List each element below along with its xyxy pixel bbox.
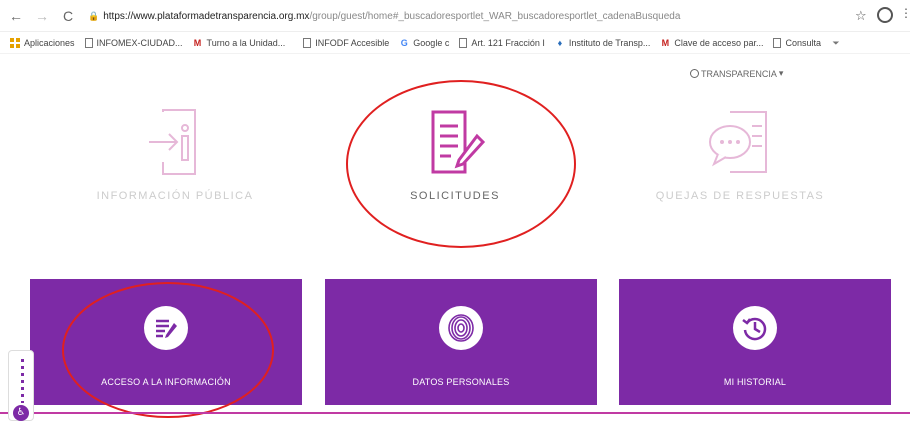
page-icon	[84, 37, 93, 48]
google-icon: G	[400, 37, 408, 48]
history-clock-icon	[742, 317, 767, 341]
transparencia-label: TRANSPARENCIA	[701, 68, 777, 79]
browser-toolbar: ← → C 🔒 https://www.plataformadetranspar…	[0, 0, 910, 32]
forward-arrow-icon[interactable]: →	[32, 6, 52, 26]
more-bookmarks[interactable]: ⏷	[831, 38, 845, 48]
profile-icon[interactable]	[877, 7, 893, 23]
gmail-icon: M	[193, 37, 202, 48]
bookmark-item[interactable]: G Google c	[399, 37, 450, 48]
apps-grid-icon	[10, 37, 20, 48]
filter-icon: ⏷	[832, 37, 840, 48]
bookmarks-bar: Aplicaciones INFOMEX-CIUDAD... M Turno a …	[0, 32, 910, 54]
bookmark-item[interactable]: Art. 121 Fracción I	[459, 37, 545, 48]
card-icon-circle	[733, 306, 777, 350]
bookmark-item[interactable]: ♦ Instituto de Transp...	[555, 38, 651, 48]
bookmark-item[interactable]: M Turno a la Unidad...	[193, 37, 285, 48]
back-arrow-icon[interactable]: ←	[6, 6, 26, 26]
accessibility-icon[interactable]: ♿	[13, 405, 29, 421]
address-bar[interactable]: 🔒 https://www.plataformadetransparencia.…	[88, 7, 848, 25]
datos-personales-card[interactable]: DATOS PERSONALES	[325, 279, 597, 405]
dots-icon	[21, 359, 24, 403]
bookmark-star-icon[interactable]: ☆	[855, 8, 867, 24]
chat-document-icon	[709, 111, 767, 173]
browser-menu-icon[interactable]: ⋮	[900, 6, 910, 20]
quejas-link[interactable]: QUEJAS DE RESPUESTAS	[640, 102, 840, 202]
page-icon	[303, 37, 312, 48]
institute-icon: ♦	[557, 37, 563, 48]
informacion-publica-link[interactable]: INFORMACIÓN PÚBLICA	[90, 102, 260, 202]
enter-info-icon	[149, 109, 196, 175]
url-path: /group/guest/home#_buscadoresportlet_WAR…	[309, 10, 681, 22]
bookmark-item[interactable]: M Clave de acceso par...	[660, 37, 764, 48]
page-icon	[459, 37, 468, 48]
transparencia-menu[interactable]: TRANSPARENCIA ▾	[690, 68, 783, 79]
annotation-ellipse	[346, 80, 576, 248]
bottom-divider	[0, 412, 910, 414]
page-icon	[773, 37, 782, 48]
url-domain: https://www.plataformadetransparencia.or…	[103, 10, 310, 22]
bookmark-item[interactable]: Aplicaciones	[10, 37, 75, 48]
card-icon-circle	[439, 306, 483, 350]
bookmark-item[interactable]: INFODF Accesible	[303, 37, 389, 48]
annotation-ellipse	[62, 282, 274, 418]
card-label: DATOS PERSONALES	[412, 377, 510, 387]
accessibility-sidebar-tab[interactable]: ♿	[8, 350, 34, 421]
bookmark-item[interactable]: Consulta	[773, 37, 821, 48]
chevron-down-icon: ▾	[778, 68, 784, 78]
gmail-icon: M	[661, 37, 670, 48]
bookmark-item[interactable]: INFOMEX-CIUDAD...	[84, 37, 183, 48]
mi-historial-card[interactable]: MI HISTORIAL	[619, 279, 891, 405]
top-item-label: QUEJAS DE RESPUESTAS	[655, 190, 825, 202]
top-item-label: INFORMACIÓN PÚBLICA	[96, 190, 254, 202]
reload-icon[interactable]: C	[58, 6, 78, 26]
fingerprint-icon	[448, 314, 474, 342]
card-label: MI HISTORIAL	[723, 377, 787, 387]
lock-icon: 🔒	[88, 10, 100, 21]
globe-icon	[690, 69, 699, 78]
